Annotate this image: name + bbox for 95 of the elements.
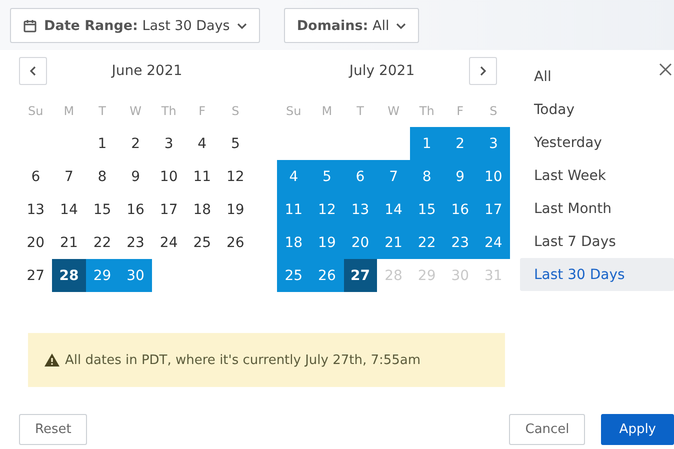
day-cell[interactable]: 24	[152, 226, 186, 259]
weekday-label: W	[386, 102, 400, 120]
day-cell[interactable]: 13	[19, 193, 52, 226]
day-cell[interactable]: 25	[277, 259, 310, 292]
day-cell[interactable]: 15	[410, 193, 444, 226]
weekday-label: F	[198, 102, 207, 120]
day-cell[interactable]: 8	[410, 160, 444, 193]
day-cell[interactable]: 19	[218, 193, 252, 226]
filter-dropdown[interactable]: Domains: All	[284, 8, 420, 43]
day-cell[interactable]: 4	[185, 127, 219, 160]
day-cell[interactable]: 19	[310, 226, 344, 259]
day-cell[interactable]: 26	[218, 226, 252, 259]
day-cell[interactable]: 20	[19, 226, 52, 259]
day-cell[interactable]: 16	[443, 193, 477, 226]
day-cell[interactable]: 28	[52, 259, 86, 292]
timezone-notice: All dates in PDT, where it's currently July 27th, 7:55am	[65, 352, 421, 368]
day-cell[interactable]: 25	[185, 226, 219, 259]
day-cell[interactable]: 12	[218, 160, 252, 193]
day-cell[interactable]: 26	[310, 259, 344, 292]
weekday-label: Su	[285, 102, 302, 120]
weekday-label: Th	[160, 102, 178, 120]
weekday-label: T	[98, 102, 107, 120]
apply-button[interactable]: Apply	[601, 414, 674, 445]
preset-option[interactable]: Last 30 Days	[520, 258, 674, 291]
day-cell[interactable]: 13	[344, 193, 377, 226]
day-cell[interactable]: 11	[277, 193, 310, 226]
month-title: June 2021	[110, 63, 184, 79]
weekday-label: F	[456, 102, 465, 120]
day-cell[interactable]: 5	[218, 127, 252, 160]
weekday-label: S	[488, 102, 498, 120]
day-cell[interactable]: 3	[476, 127, 510, 160]
reset-button[interactable]: Reset	[19, 414, 88, 445]
day-cell[interactable]: 6	[19, 160, 52, 193]
day-cell[interactable]: 9	[443, 160, 477, 193]
preset-option[interactable]: Last Week	[520, 159, 674, 192]
day-cell[interactable]: 1	[86, 127, 119, 160]
chevron-down-icon	[236, 20, 247, 30]
day-cell[interactable]: 3	[152, 127, 186, 160]
weekday-label: Th	[418, 102, 436, 120]
day-cell[interactable]: 10	[476, 160, 510, 193]
day-cell[interactable]: 24	[476, 226, 510, 259]
warning-icon	[44, 353, 60, 367]
cancel-button[interactable]: Cancel	[509, 414, 586, 445]
day-cell[interactable]: 10	[152, 160, 186, 193]
day-cell[interactable]: 14	[376, 193, 410, 226]
weekday-label: Su	[27, 102, 44, 120]
day-cell[interactable]: 20	[344, 226, 377, 259]
day-cell[interactable]: 11	[185, 160, 219, 193]
day-cell[interactable]: 22	[86, 226, 119, 259]
day-cell[interactable]: 23	[118, 226, 152, 259]
preset-option[interactable]: Last Month	[520, 192, 674, 225]
day-cell[interactable]: 18	[185, 193, 219, 226]
chevron-right-icon	[478, 66, 488, 76]
day-cell[interactable]: 12	[310, 193, 344, 226]
day-cell[interactable]: 27	[19, 259, 52, 292]
day-cell[interactable]: 6	[344, 160, 377, 193]
previous-month-button[interactable]	[19, 57, 47, 85]
day-cell[interactable]: 14	[52, 193, 86, 226]
day-cell[interactable]: 22	[410, 226, 444, 259]
day-cell[interactable]: 2	[443, 127, 477, 160]
day-cell[interactable]: 17	[152, 193, 186, 226]
day-cell[interactable]: 29	[86, 259, 119, 292]
day-cell[interactable]: 7	[52, 160, 86, 193]
day-cell[interactable]: 15	[86, 193, 119, 226]
chevron-down-icon	[396, 20, 406, 30]
weekday-label: M	[320, 102, 334, 120]
weekday-label: S	[230, 102, 240, 120]
day-cell[interactable]: 5	[310, 160, 344, 193]
weekday-label: W	[128, 102, 142, 120]
calendar-icon	[23, 18, 37, 32]
month-title: July 2021	[348, 63, 416, 79]
chevron-left-icon	[28, 66, 38, 76]
day-cell[interactable]: 8	[86, 160, 119, 193]
weekday-label: M	[62, 102, 76, 120]
day-cell[interactable]: 17	[476, 193, 510, 226]
next-month-button[interactable]	[469, 57, 497, 85]
day-cell[interactable]: 27	[344, 259, 377, 292]
day-cell[interactable]: 23	[443, 226, 477, 259]
weekday-label: T	[356, 102, 365, 120]
day-cell[interactable]: 1	[410, 127, 444, 160]
date-range-dropdown[interactable]: Date Range: Last 30 Days	[10, 8, 260, 43]
day-cell[interactable]: 4	[277, 160, 310, 193]
preset-option[interactable]: Today	[520, 93, 674, 126]
close-icon[interactable]	[659, 63, 672, 76]
day-cell[interactable]: 21	[52, 226, 86, 259]
preset-option[interactable]: Last 7 Days	[520, 225, 674, 258]
day-cell[interactable]: 21	[376, 226, 410, 259]
day-cell[interactable]: 18	[277, 226, 310, 259]
day-cell[interactable]: 30	[118, 259, 152, 292]
preset-option[interactable]: All	[520, 60, 674, 93]
day-cell[interactable]: 9	[118, 160, 152, 193]
preset-option[interactable]: Yesterday	[520, 126, 674, 159]
day-cell[interactable]: 7	[376, 160, 410, 193]
day-cell[interactable]: 16	[118, 193, 152, 226]
day-cell[interactable]: 2	[118, 127, 152, 160]
